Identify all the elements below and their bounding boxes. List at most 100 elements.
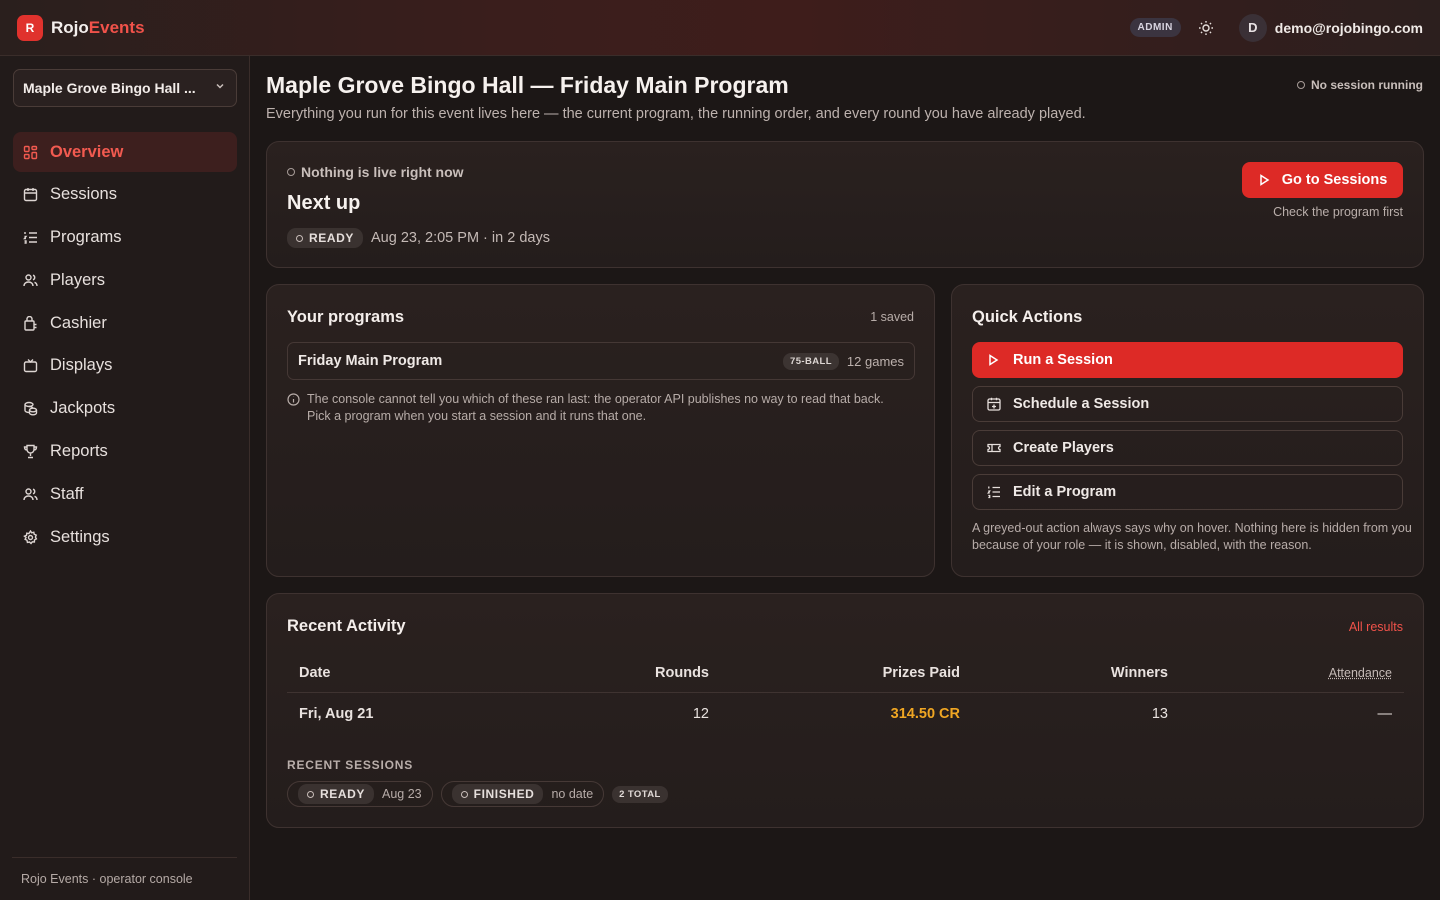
col-winners[interactable]: Winners (960, 665, 1168, 681)
sidebar-item-label: Displays (50, 356, 113, 375)
avatar[interactable]: D (1238, 13, 1267, 42)
sessions-total-badge: 2 TOTAL (612, 785, 668, 803)
status-ring-icon (287, 168, 295, 176)
brand-part-1: Rojo (51, 17, 89, 37)
all-results-link[interactable]: All results (1349, 620, 1403, 634)
calendar-plus-icon (987, 397, 1003, 411)
quick-actions-note: A greyed-out action always says why on h… (972, 521, 1412, 552)
status-ring-icon (1296, 81, 1305, 89)
info-icon (287, 391, 301, 425)
trophy-icon (22, 444, 38, 460)
sidebar-item-label: Programs (50, 228, 122, 247)
sidebar-item-sessions[interactable]: Sessions (13, 175, 237, 215)
row-winners: 13 (1151, 705, 1168, 722)
edit-program-label: Edit a Program (1013, 484, 1117, 500)
program-name: Friday Main Program (298, 353, 443, 369)
col-date[interactable]: Date (299, 665, 529, 681)
sidebar-item-label: Staff (50, 484, 84, 503)
recent-sessions-label: RECENT SESSIONS (287, 758, 414, 772)
run-session-button[interactable]: Run a Session (972, 342, 1403, 378)
table-row[interactable]: Fri, Aug 21 12 314.50 CR 13 — (287, 693, 1404, 734)
session-status-text: No session running (1310, 78, 1423, 92)
schedule-session-label: Schedule a Session (1013, 396, 1150, 412)
session-pill[interactable]: FINISHED no date (440, 781, 605, 807)
col-prizes[interactable]: Prizes Paid (709, 665, 960, 681)
sidebar-item-programs[interactable]: Programs (13, 218, 237, 258)
sidebar-item-jackpots[interactable]: Jackpots (13, 389, 237, 429)
logo-mark[interactable]: R (17, 14, 43, 41)
programs-title: Your programs (287, 308, 405, 326)
list-icon (22, 230, 38, 246)
sidebar-item-players[interactable]: Players (13, 260, 237, 300)
status-badge-text: READY (309, 231, 355, 245)
row-prizes: 314.50 CR (890, 705, 960, 722)
sidebar-item-staff[interactable]: Staff (13, 474, 237, 514)
create-players-button[interactable]: Create Players (972, 430, 1403, 466)
row-rounds: 12 (692, 705, 709, 722)
session-pill[interactable]: READY Aug 23 (287, 781, 433, 807)
coins-icon (22, 401, 38, 417)
overview-icon (22, 144, 38, 160)
status-ring-icon (460, 790, 468, 798)
sidebar-item-reports[interactable]: Reports (13, 432, 237, 472)
sidebar-item-label: Reports (50, 442, 108, 461)
programs-note: The console cannot tell you which of the… (287, 391, 907, 425)
button-hint: Check the program first (1273, 205, 1403, 219)
row-attendance: — (1377, 705, 1393, 722)
next-up-datetime: Aug 23, 2:05 PM · in 2 days (371, 230, 550, 246)
brand-name[interactable]: RojoEvents (51, 18, 145, 38)
create-players-label: Create Players (1013, 440, 1114, 456)
page-subtitle: Everything you run for this event lives … (266, 106, 1086, 122)
status-badge: READY (298, 784, 375, 804)
live-status-text: Nothing is live right now (301, 164, 464, 180)
venue-select[interactable]: Maple Grove Bingo Hall ... (13, 69, 237, 107)
programs-card: Your programs 1 saved Friday Main Progra… (266, 284, 935, 577)
quick-actions-title: Quick Actions (972, 308, 1083, 326)
status-ring-icon (296, 234, 303, 242)
next-up-card: Nothing is live right now Next up READY … (266, 141, 1424, 268)
sidebar-item-cashier[interactable]: Cashier (13, 303, 237, 343)
ticket-icon (987, 441, 1003, 455)
programs-note-text: The console cannot tell you which of the… (307, 392, 884, 423)
sidebar-item-displays[interactable]: Displays (13, 346, 237, 386)
sidebar-item-label: Jackpots (50, 399, 116, 418)
user-email[interactable]: demo@rojobingo.com (1275, 20, 1423, 36)
sidebar-item-overview[interactable]: Overview (13, 132, 237, 172)
col-attendance-label: Attendance (1328, 666, 1392, 680)
session-status: No session running (1296, 78, 1423, 92)
status-badge: FINISHED (451, 784, 544, 804)
sidebar-footer: Rojo Events · operator console (12, 857, 237, 900)
col-rounds[interactable]: Rounds (529, 665, 709, 681)
go-to-sessions-button[interactable]: Go to Sessions (1242, 162, 1403, 198)
sidebar-item-settings[interactable]: Settings (13, 517, 237, 557)
table-header: Date Rounds Prizes Paid Winners Attendan… (287, 654, 1404, 693)
list-icon (987, 485, 1003, 499)
sun-icon[interactable] (1197, 19, 1215, 37)
chevron-down-icon (214, 79, 226, 97)
sidebar-item-label: Cashier (50, 313, 107, 332)
sidebar-item-label: Sessions (50, 185, 117, 204)
tv-icon (22, 358, 38, 374)
sidebar: Maple Grove Bingo Hall ... Overview Sess… (0, 56, 250, 900)
row-date: Fri, Aug 21 (299, 705, 374, 722)
venue-select-value: Maple Grove Bingo Hall ... (23, 80, 196, 96)
activity-table: Date Rounds Prizes Paid Winners Attendan… (287, 654, 1404, 734)
sidebar-item-label: Settings (50, 527, 110, 546)
staff-icon (22, 486, 38, 502)
page-title: Maple Grove Bingo Hall — Friday Main Pro… (266, 72, 789, 98)
brand-part-2: Events (88, 17, 145, 37)
quick-actions-card: Quick Actions Run a Session Schedule a S… (951, 284, 1424, 577)
main-content: Maple Grove Bingo Hall — Friday Main Pro… (250, 56, 1440, 900)
schedule-session-button[interactable]: Schedule a Session (972, 386, 1403, 422)
program-item[interactable]: Friday Main Program 75-BALL 12 games (287, 342, 915, 380)
cashier-icon (22, 315, 38, 331)
col-attendance[interactable]: Attendance (1168, 665, 1392, 681)
session-date: no date (551, 787, 594, 801)
edit-program-button[interactable]: Edit a Program (972, 474, 1403, 510)
live-status: Nothing is live right now (287, 164, 464, 180)
status-ring-icon (307, 790, 314, 798)
sidebar-item-label: Players (50, 270, 106, 289)
gear-icon (22, 529, 38, 545)
program-games: 12 games (846, 353, 904, 369)
run-session-label: Run a Session (1013, 352, 1113, 368)
